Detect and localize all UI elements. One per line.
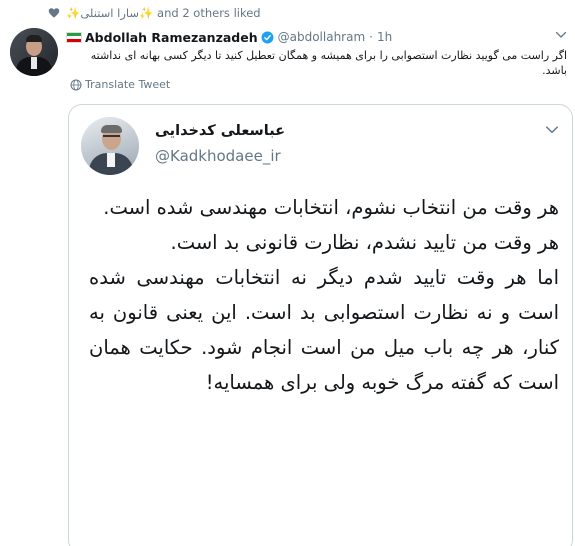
tweet-timestamp[interactable]: 1h	[377, 30, 392, 44]
translate-tweet-link[interactable]: Translate Tweet	[70, 78, 170, 91]
translate-label[interactable]: Translate Tweet	[85, 78, 170, 91]
quoted-author-handle[interactable]: @Kadkhodaee_ir	[155, 147, 281, 165]
author-name[interactable]: Abdollah Ramezanzadeh	[85, 30, 258, 45]
sparkle-emoji: ✨	[66, 6, 81, 20]
quoted-text-line-1: هر وقت من انتخاب نشوم، انتخابات مهندسی ش…	[103, 196, 559, 219]
chevron-down-icon[interactable]	[545, 125, 559, 135]
liked-suffix[interactable]: and 2 others liked	[157, 6, 261, 20]
quoted-text-line-3: اما هر وقت تایید شدم دیگر نه انتخابات مه…	[89, 266, 559, 394]
tweet-header: Abdollah Ramezanzadeh @abdollahram · 1h	[66, 28, 392, 46]
author-handle[interactable]: @abdollahram	[278, 30, 366, 44]
tweet-text: اگر راست می گویید نظارت استصوابی را برای…	[90, 49, 567, 77]
chevron-down-icon[interactable]	[555, 30, 567, 40]
globe-icon	[70, 79, 82, 90]
quoted-tweet-card[interactable]: عباسعلی کدخدایی @Kadkhodaee_ir هر وقت من…	[68, 104, 573, 546]
quoted-tweet-text: هر وقت من انتخاب نشوم، انتخابات مهندسی ش…	[89, 190, 559, 400]
liked-by-text[interactable]: ✨سارا استنلی✨ and 2 others liked	[66, 6, 261, 20]
author-avatar[interactable]	[10, 28, 58, 76]
quoted-text-line-2: هر وقت من تایید نشدم، نظارت قانونی بد اس…	[170, 231, 560, 254]
social-context: ✨سارا استنلی✨ and 2 others liked	[0, 4, 575, 22]
sparkle-emoji: ✨	[139, 6, 154, 20]
quoted-author-avatar[interactable]	[81, 117, 139, 175]
quoted-author-name[interactable]: عباسعلی کدخدایی	[155, 123, 285, 139]
liked-user-name[interactable]: سارا استنلی	[80, 6, 139, 20]
separator-dot: ·	[369, 30, 373, 44]
iran-flag-icon	[66, 31, 82, 43]
verified-badge-icon	[261, 31, 274, 43]
heart-icon	[48, 8, 60, 18]
